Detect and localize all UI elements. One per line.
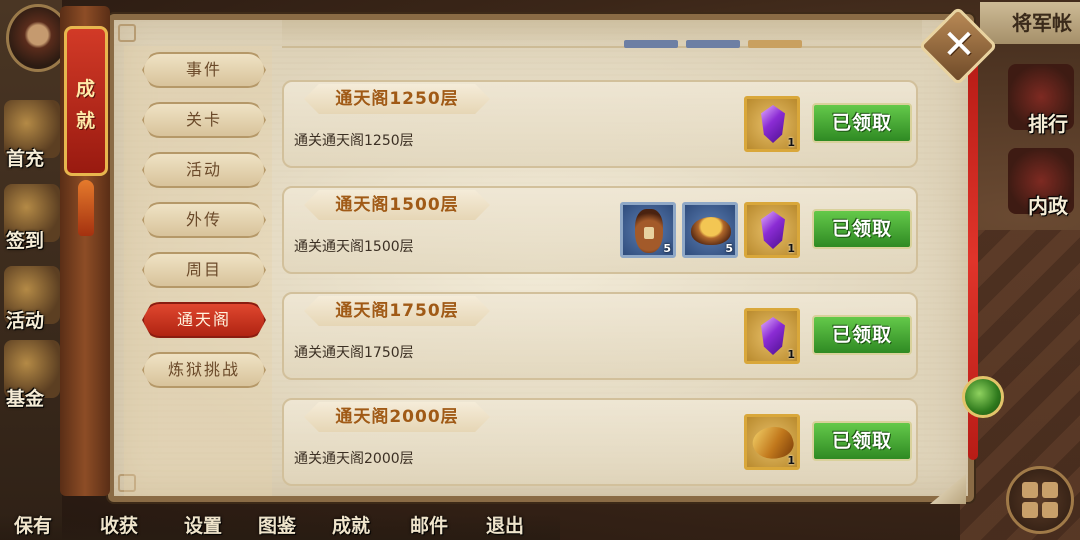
achievement-description: 通关通天阁1500层: [294, 239, 414, 255]
internal-affairs-label: 内政: [1028, 194, 1068, 218]
ranking-label: 排行: [1028, 112, 1068, 136]
first-recharge-label: 首充: [6, 148, 45, 170]
reward-item[interactable]: 1: [744, 202, 800, 258]
reward-count: 5: [663, 242, 671, 255]
sign-in-label: 签到: [6, 230, 45, 252]
bottom-item-2[interactable]: 设置: [184, 511, 222, 538]
partial-reward-icon: [624, 40, 678, 48]
bottom-item-4[interactable]: 成就: [332, 511, 370, 538]
previous-card-edge: [282, 20, 922, 48]
tab-stages[interactable]: 关卡: [142, 102, 266, 138]
ribbon-tassel: [78, 180, 94, 236]
partial-reward-icon: [748, 40, 802, 48]
reward-item[interactable]: 5: [682, 202, 738, 258]
tab-activities[interactable]: 活动: [142, 152, 266, 188]
general-tent-label[interactable]: 将军帐: [980, 2, 1080, 44]
claimed-button[interactable]: 已领取: [812, 315, 912, 355]
reward-count: 1: [787, 454, 795, 467]
achievement-card: 通天阁1750层 通关通天阁1750层 1 已领取: [282, 292, 918, 380]
achievement-title: 通天阁2000层: [304, 402, 490, 432]
achievement-description: 通关通天阁1750层: [294, 345, 414, 361]
achievement-description: 通关通天阁1250层: [294, 133, 414, 149]
achievement-list[interactable]: 通天阁1250层 通关通天阁1250层 1 已领取 通天阁1500层 通关通天阁…: [282, 20, 922, 496]
jade-pendant-icon: [962, 376, 1004, 418]
category-tabs: 事件 关卡 活动 外传 周目 通天阁 炼狱挑战: [124, 46, 272, 496]
event-label: 活动: [6, 310, 45, 332]
tab-purgatory-challenge[interactable]: 炼狱挑战: [142, 352, 266, 388]
ribbon-char: 成: [76, 78, 96, 100]
claimed-button[interactable]: 已领取: [812, 209, 912, 249]
achievement-title: 通天阁1500层: [304, 190, 490, 220]
tab-events[interactable]: 事件: [142, 52, 266, 88]
main-menu-button[interactable]: [1006, 466, 1074, 534]
tab-side-stories[interactable]: 外传: [142, 202, 266, 238]
panel-corner-ornament: [118, 24, 136, 42]
achievement-ribbon: [64, 26, 108, 176]
purple-gem-icon: [761, 105, 785, 143]
menu-grid-cell: [1042, 482, 1058, 498]
reward-count: 1: [787, 242, 795, 255]
achievement-card: 通天阁2000层 通关通天阁2000层 1 已领取: [282, 398, 918, 486]
achievement-description: 通关通天阁2000层: [294, 451, 414, 467]
reward-item[interactable]: 1: [744, 96, 800, 152]
purple-gem-icon: [761, 211, 785, 249]
purple-gem-icon: [761, 317, 785, 355]
fund-label: 基金: [6, 388, 45, 410]
achievement-panel: 事件 关卡 活动 外传 周目 通天阁 炼狱挑战 通天阁1250层 通关通天阁12…: [108, 14, 974, 502]
bottom-item-3[interactable]: 图鉴: [258, 511, 296, 538]
claimed-button[interactable]: 已领取: [812, 421, 912, 461]
close-icon[interactable]: ✕: [934, 20, 984, 70]
wine-jar-icon: [635, 209, 663, 253]
menu-grid-cell: [1042, 502, 1058, 518]
achievement-title: 通天阁1750层: [304, 296, 490, 326]
tab-playthrough[interactable]: 周目: [142, 252, 266, 288]
bottom-bar: 保有 收获 设置 图鉴 成就 邮件 退出: [0, 514, 560, 540]
food-bowl-icon: [691, 217, 731, 245]
reward-item[interactable]: 5: [620, 202, 676, 258]
left-hud: 首充 签到 活动 基金: [0, 0, 70, 540]
bottom-item-5[interactable]: 邮件: [410, 511, 448, 538]
achievement-card: 通天阁1250层 通关通天阁1250层 1 已领取: [282, 80, 918, 168]
achievement-card: 通天阁1500层 通关通天阁1500层 5 5 1 已领取: [282, 186, 918, 274]
reward-count: 5: [725, 242, 733, 255]
partial-reward-icon: [686, 40, 740, 48]
menu-grid-cell: [1022, 502, 1038, 518]
reward-item[interactable]: 1: [744, 308, 800, 364]
reward-item[interactable]: 1: [744, 414, 800, 470]
bottom-item-1[interactable]: 收获: [100, 511, 138, 538]
reward-count: 1: [787, 136, 795, 149]
achievement-title: 通天阁1250层: [304, 84, 490, 114]
claimed-button[interactable]: 已领取: [812, 103, 912, 143]
menu-grid-icon: [1022, 482, 1038, 498]
ribbon-char: 就: [76, 110, 96, 132]
tab-sky-tower[interactable]: 通天阁: [142, 302, 266, 338]
bottom-item-0[interactable]: 保有: [14, 511, 52, 538]
bottom-item-6[interactable]: 退出: [486, 511, 524, 538]
reward-count: 1: [787, 348, 795, 361]
